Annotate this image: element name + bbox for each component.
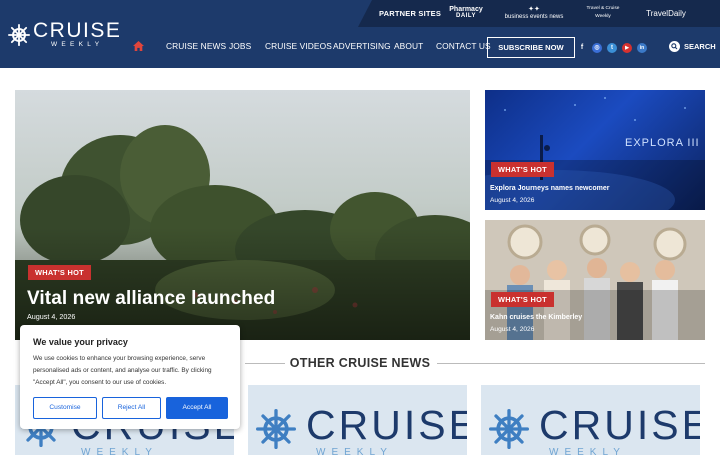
cookie-consent-banner: We value your privacy We use cookies to … [20,325,240,429]
side-story-1-image-text: EXPLORA III [625,137,700,149]
partner-sites-label: PARTNER SITES [379,9,442,18]
cookie-accept-all-button[interactable]: Accept All [166,397,228,419]
home-icon[interactable] [133,41,144,51]
facebook-icon[interactable]: f [577,43,587,53]
side-story-2-title[interactable]: Kahn cruises the Kimberley [490,314,582,321]
hero-story[interactable]: WHAT'S HOT Vital new alliance launched A… [15,90,470,340]
partner-sites-bar: PARTNER SITES Pharmacy DAILY ✦✦ business… [358,0,720,27]
nav-jobs[interactable]: JOBS [229,41,251,51]
logo-wordmark: CRUISE [33,19,122,42]
partner-pharmacy-daily-link[interactable]: Pharmacy DAILY [446,6,486,19]
logo-subtitle: WEEKLY [50,41,104,48]
ship-wheel-icon [8,23,30,46]
cookie-text: We use cookies to enhance your browsing … [33,355,212,386]
partner-business-events-news-link[interactable]: ✦✦ business events news [498,6,570,20]
side-story-2-date: August 4, 2026 [490,326,535,333]
hero-title[interactable]: Vital new alliance launched [27,288,275,310]
partner-travel-daily-link[interactable]: TravelDaily [642,10,690,18]
twitter-icon[interactable]: t [607,43,617,53]
nav-cruise-news[interactable]: CRUISE NEWS [166,41,226,51]
nav-about[interactable]: ABOUT [394,41,423,51]
thumb-3-wordmark: CRUISE [539,402,700,448]
search-button[interactable]: SEARCH [669,41,716,52]
nav-cruise-videos[interactable]: CRUISE VIDEOS [265,41,332,51]
ship-wheel-icon [256,409,296,449]
site-header: PARTNER SITES Pharmacy DAILY ✦✦ business… [0,0,720,68]
ship-wheel-icon [489,409,529,449]
side-story-1[interactable]: EXPLORA III WHAT'S HOT Explora Journeys … [485,90,705,210]
side-story-1-title[interactable]: Explora Journeys names newcomer [490,185,609,192]
youtube-icon[interactable]: ▶ [622,43,632,53]
ben-logo-icon: ✦✦ [528,6,540,13]
subscribe-button[interactable]: SUBSCRIBE NOW [487,37,575,58]
hero-date: August 4, 2026 [27,312,76,321]
thumb-2-subtitle: WEEKLY [316,447,393,455]
instagram-icon[interactable]: ◎ [592,43,602,53]
thumb-2-wordmark: CRUISE [306,402,467,448]
cookie-reject-all-button[interactable]: Reject All [102,397,161,419]
side-story-2-image [485,220,705,340]
side-story-2-badge: WHAT'S HOT [491,292,554,307]
nav-contact-us[interactable]: CONTACT US [436,41,491,51]
partner-travel-cruise-weekly-link[interactable]: Travel & Cruise Weekly [580,6,626,20]
nav-advertising[interactable]: ADVERTISING [333,41,391,51]
search-icon [669,41,680,52]
news-thumb-2[interactable]: CRUISE WEEKLY [248,385,467,455]
site-logo[interactable]: CRUISE WEEKLY [8,19,122,48]
side-story-1-badge: WHAT'S HOT [491,162,554,177]
cookie-customise-button[interactable]: Customise [33,397,97,419]
hero-badge: WHAT'S HOT [28,265,91,280]
search-label: SEARCH [684,42,716,51]
side-story-1-date: August 4, 2026 [490,197,535,204]
side-story-1-image [485,97,705,210]
thumb-3-subtitle: WEEKLY [549,447,626,455]
news-thumb-3[interactable]: CRUISE WEEKLY [481,385,700,455]
cookie-title: We value your privacy [33,337,128,347]
side-story-2[interactable]: WHAT'S HOT Kahn cruises the Kimberley Au… [485,220,705,340]
thumb-1-subtitle: WEEKLY [81,447,158,455]
linkedin-icon[interactable]: in [637,43,647,53]
